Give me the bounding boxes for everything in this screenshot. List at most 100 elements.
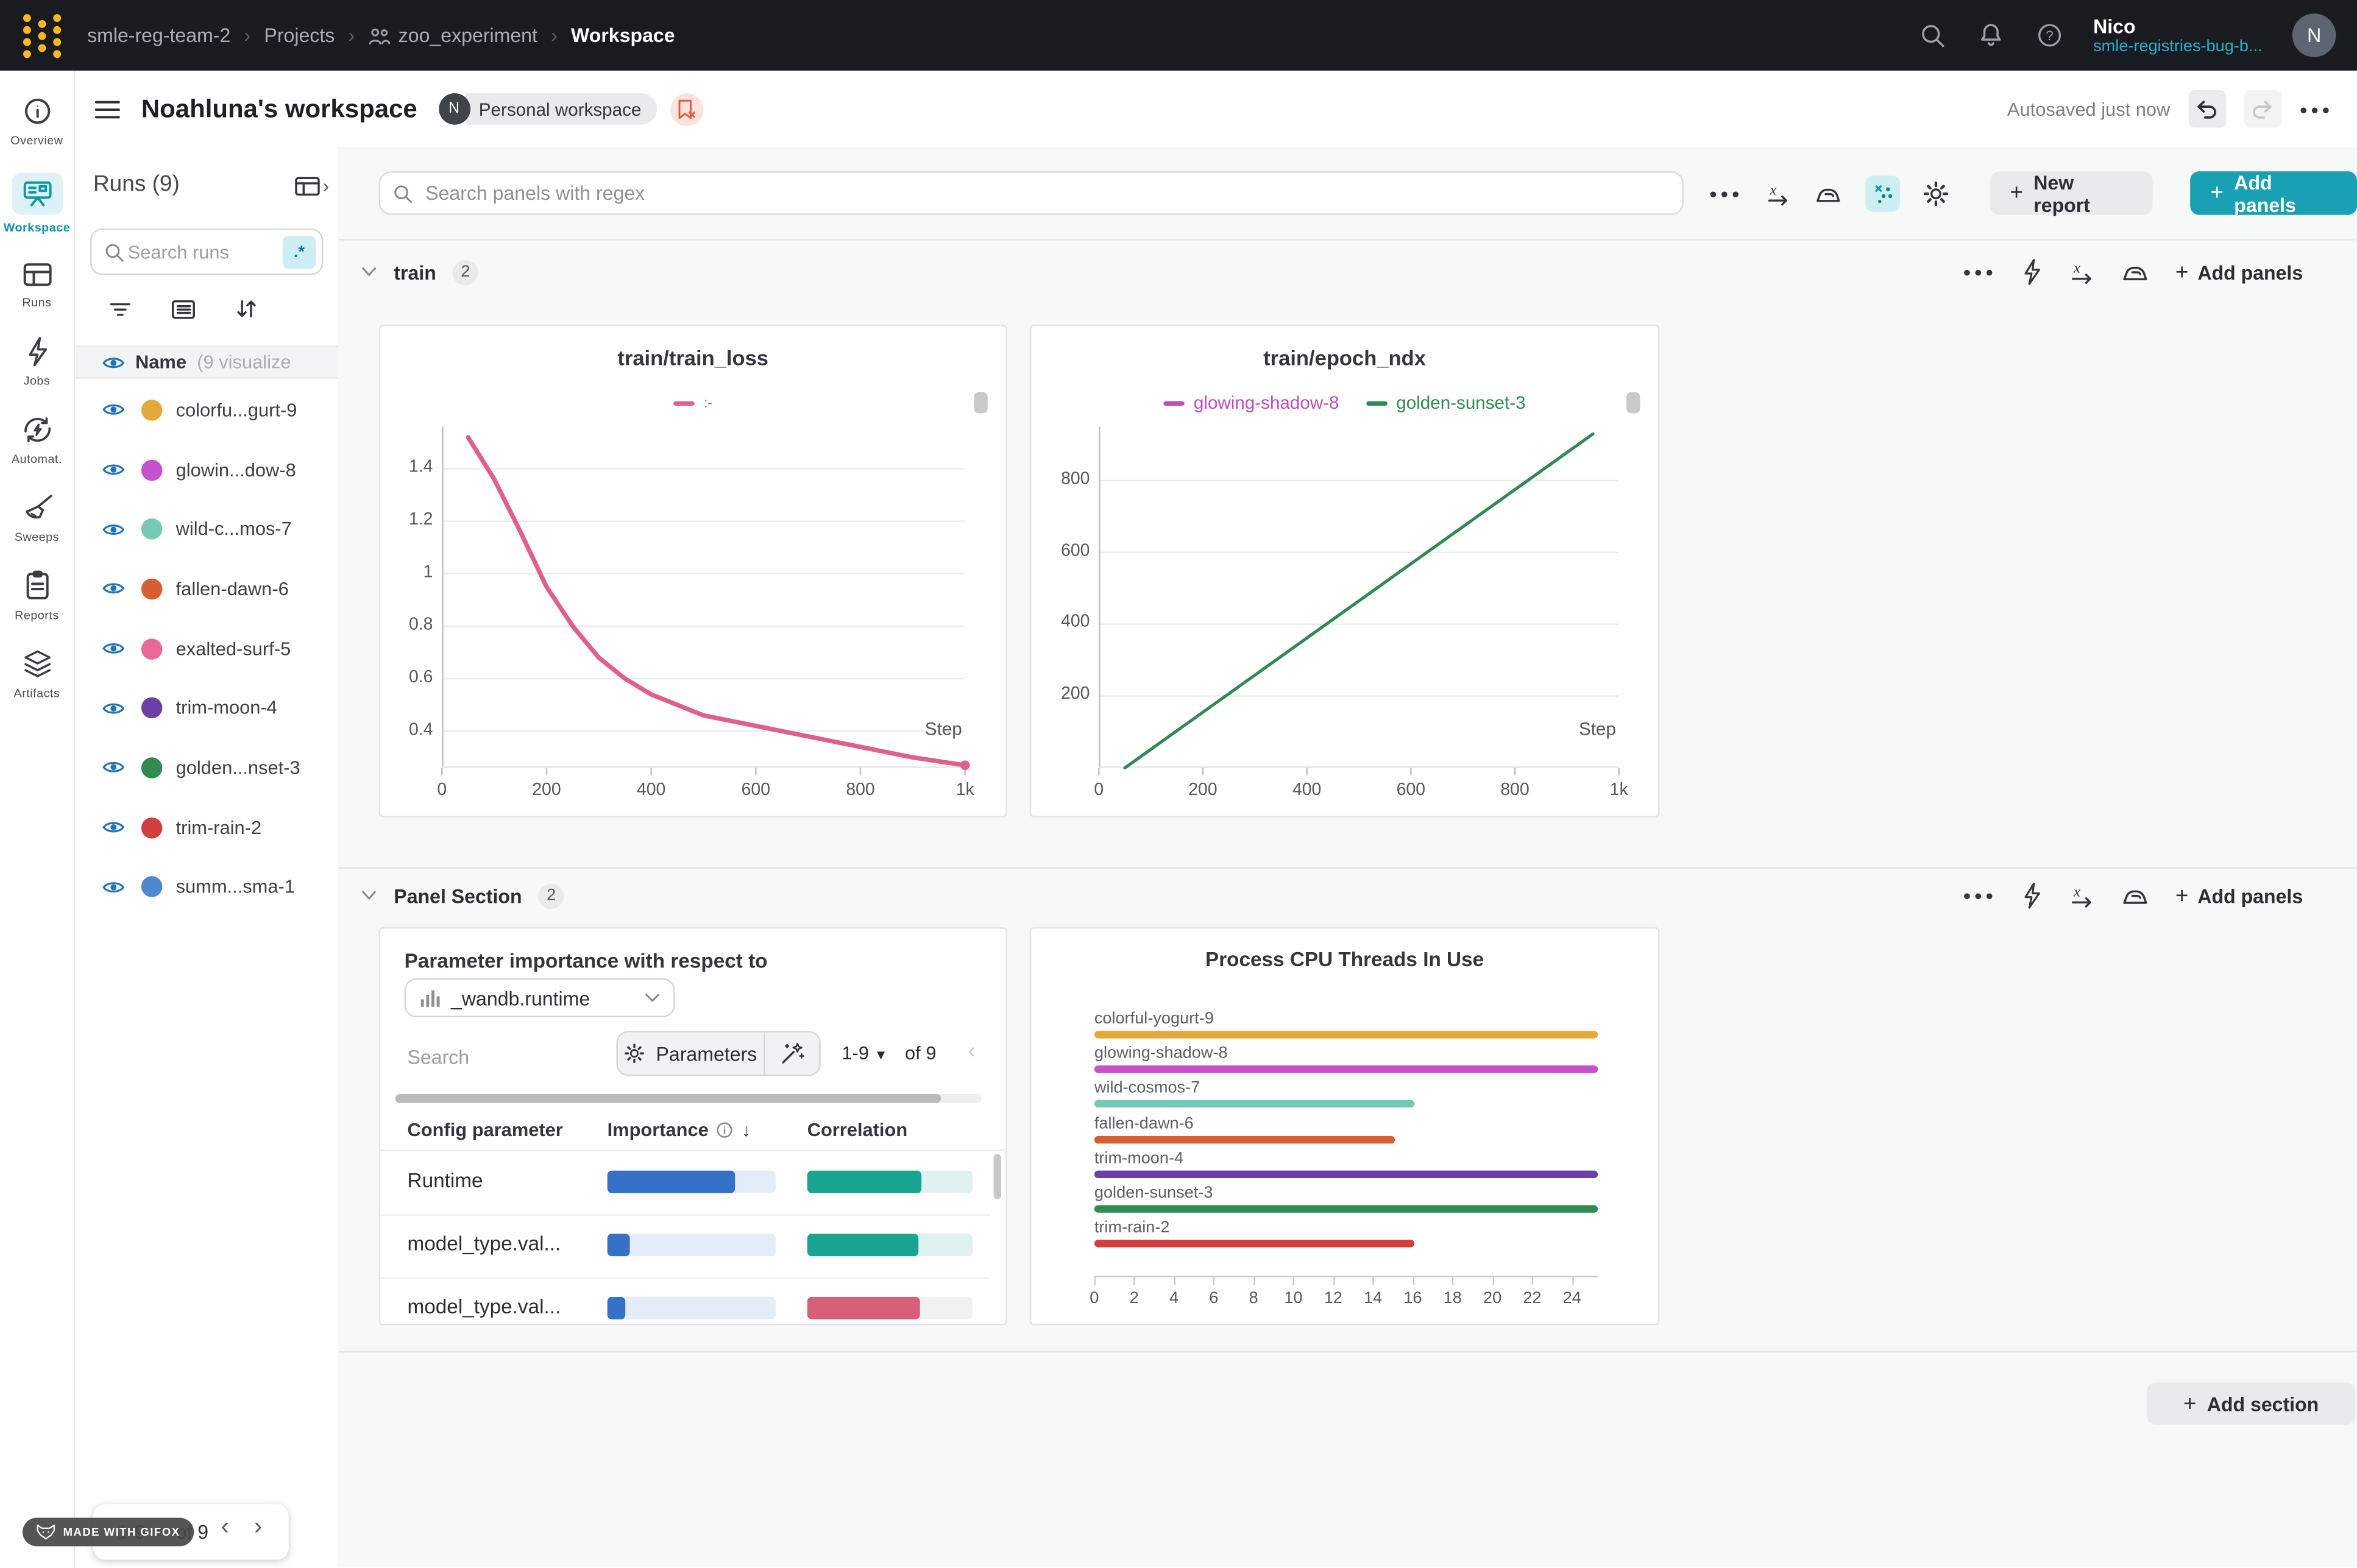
panel-search-box[interactable]	[379, 171, 1684, 215]
visibility-eye-icon[interactable]	[102, 879, 125, 895]
panel-cpu-threads[interactable]: Process CPU Threads In Use colorful-yogu…	[1030, 927, 1660, 1326]
runs-table-toggle-icon[interactable]	[294, 175, 320, 196]
outliers-scatter-icon[interactable]	[1865, 175, 1901, 211]
add-panels-button[interactable]: + Add panels	[2191, 171, 2357, 215]
sort-desc-arrow-icon[interactable]: ↓	[742, 1120, 751, 1141]
bar-glowing-shadow-8[interactable]	[1094, 1065, 1598, 1073]
visibility-eye-icon[interactable]	[102, 640, 125, 657]
legend-item[interactable]: :-	[674, 395, 712, 411]
sidebar-item-sweeps[interactable]: Sweeps	[0, 492, 74, 544]
more-options-icon[interactable]: ●●●	[1963, 264, 1996, 280]
param-row[interactable]: Runtime	[380, 1151, 991, 1216]
prev-page-chevron-icon[interactable]: ‹	[968, 1039, 976, 1064]
panel-parameter-importance[interactable]: Parameter importance with respect to _wa…	[379, 927, 1007, 1326]
param-pager-range[interactable]: 1-9 ▼	[842, 1043, 887, 1064]
search-icon[interactable]	[1917, 21, 1946, 50]
bar-chart[interactable]: colorful-yogurt-9glowing-shadow-8wild-co…	[1031, 929, 1658, 1324]
run-row[interactable]: exalted-surf-5	[75, 619, 338, 679]
wandb-logo-icon[interactable]	[19, 10, 65, 61]
param-row[interactable]: model_type.val...	[380, 1214, 991, 1279]
param-row[interactable]: model_type.val...	[380, 1277, 991, 1324]
sidebar-item-overview[interactable]: Overview	[0, 94, 74, 147]
run-row[interactable]: wild-c...mos-7	[75, 500, 338, 559]
add-section-button[interactable]: + Add section	[2147, 1382, 2356, 1424]
line-plot[interactable]: 0.40.60.811.21.402004006008001kStep	[442, 427, 965, 768]
settings-gear-icon[interactable]	[1923, 180, 1950, 207]
regex-toggle-button[interactable]: .*	[283, 235, 316, 268]
bar-fallen-dawn-6[interactable]	[1094, 1135, 1395, 1143]
info-icon[interactable]	[716, 1121, 734, 1139]
visibility-eye-icon[interactable]	[102, 581, 125, 597]
smoothing-iron-icon[interactable]	[1815, 181, 1843, 205]
menu-hamburger-icon[interactable]	[94, 99, 120, 120]
section-header-panel-section[interactable]: Panel Section 2	[361, 879, 564, 912]
horizontal-scrollbar[interactable]	[395, 1094, 982, 1103]
panel-epoch-ndx[interactable]: train/epoch_ndx glowing-shadow-8golden-s…	[1030, 325, 1660, 818]
prev-page-icon[interactable]: ‹	[221, 1515, 229, 1542]
run-row[interactable]: glowin...dow-8	[75, 440, 338, 500]
bar-wild-cosmos-7[interactable]	[1094, 1101, 1415, 1108]
quick-add-zap-icon[interactable]	[2022, 258, 2043, 285]
new-report-button[interactable]: + New report	[1990, 171, 2153, 215]
run-row[interactable]: summ...sma-1	[75, 857, 338, 917]
line-plot[interactable]: 20040060080002004006008001kStep	[1099, 427, 1619, 768]
visibility-eye-icon[interactable]	[102, 819, 125, 836]
runs-list-header[interactable]: Name (9 visualize	[75, 345, 338, 378]
drag-handle[interactable]	[1626, 392, 1640, 414]
help-icon[interactable]: ?	[2035, 21, 2063, 50]
visibility-eye-icon[interactable]	[102, 700, 125, 716]
clear-workspace-button[interactable]	[670, 93, 703, 125]
smoothing-iron-icon[interactable]	[2121, 884, 2150, 908]
column-importance[interactable]: Importance ↓	[608, 1120, 751, 1141]
undo-button[interactable]	[2188, 90, 2226, 128]
sidebar-item-automations[interactable]: Automat.	[0, 413, 74, 465]
bar-golden-sunset-3[interactable]	[1094, 1205, 1598, 1212]
group-list-icon[interactable]	[171, 298, 195, 320]
sidebar-item-workspace[interactable]: Workspace	[0, 173, 74, 235]
x-axis-settings-icon[interactable]: x	[1765, 180, 1792, 207]
visibility-eye-icon[interactable]	[102, 401, 125, 418]
param-search-input[interactable]	[405, 1034, 576, 1079]
sort-icon[interactable]	[235, 297, 258, 320]
run-row[interactable]: golden...nset-3	[75, 738, 338, 798]
x-axis-settings-icon[interactable]: x	[2069, 258, 2096, 285]
more-options-icon[interactable]: ●●●	[1963, 888, 1996, 903]
run-row[interactable]: colorfu...gurt-9	[75, 380, 338, 440]
filter-icon[interactable]	[108, 298, 132, 320]
sidebar-item-runs[interactable]: Runs	[0, 260, 74, 309]
panel-search-input[interactable]	[422, 180, 1670, 206]
next-page-icon[interactable]: ›	[254, 1515, 262, 1542]
bar-trim-rain-2[interactable]	[1094, 1240, 1415, 1248]
breadcrumb-team[interactable]: smle-reg-team-2	[87, 24, 230, 46]
bar-trim-moon-4[interactable]	[1094, 1170, 1598, 1178]
section-header-train[interactable]: train 2	[361, 255, 478, 288]
visibility-eye-icon[interactable]	[102, 354, 125, 370]
visibility-eye-icon[interactable]	[102, 521, 125, 537]
drag-handle[interactable]	[974, 392, 988, 414]
expand-runs-table-icon[interactable]: ›	[323, 174, 330, 197]
chevron-down-icon[interactable]	[361, 889, 377, 902]
panel-train-loss[interactable]: train/train_loss :- 0.40.60.811.21.40200…	[379, 325, 1007, 818]
sidebar-item-jobs[interactable]: Jobs	[0, 335, 74, 387]
smoothing-iron-icon[interactable]	[2121, 260, 2150, 284]
user-info[interactable]: Nico smle-registries-bug-b...	[2093, 14, 2262, 56]
more-options-icon[interactable]: ●●●	[2299, 102, 2333, 117]
runs-search-input[interactable]	[125, 239, 283, 263]
bar-colorful-yogurt-9[interactable]	[1094, 1031, 1598, 1038]
metric-select[interactable]: _wandb.runtime	[405, 978, 675, 1017]
scrollbar-thumb[interactable]	[395, 1094, 941, 1103]
user-org-link[interactable]: smle-registries-bug-b...	[2093, 37, 2262, 56]
section-add-panels-button[interactable]: + Add panels	[2175, 261, 2303, 283]
visibility-eye-icon[interactable]	[102, 760, 125, 776]
quick-add-zap-icon[interactable]	[2022, 882, 2043, 909]
visibility-eye-icon[interactable]	[102, 461, 125, 478]
breadcrumb-project[interactable]: zoo_experiment	[399, 24, 537, 46]
legend-item[interactable]: golden-sunset-3	[1366, 392, 1526, 414]
redo-button[interactable]	[2244, 90, 2281, 128]
runs-search-box[interactable]: .*	[90, 228, 323, 275]
run-row[interactable]: trim-rain-2	[75, 797, 338, 857]
magic-wand-button[interactable]	[765, 1033, 820, 1075]
x-axis-settings-icon[interactable]: x	[2069, 882, 2096, 909]
parameters-button[interactable]: Parameters	[618, 1033, 765, 1075]
workspace-badge[interactable]: N Personal workspace	[438, 93, 656, 125]
